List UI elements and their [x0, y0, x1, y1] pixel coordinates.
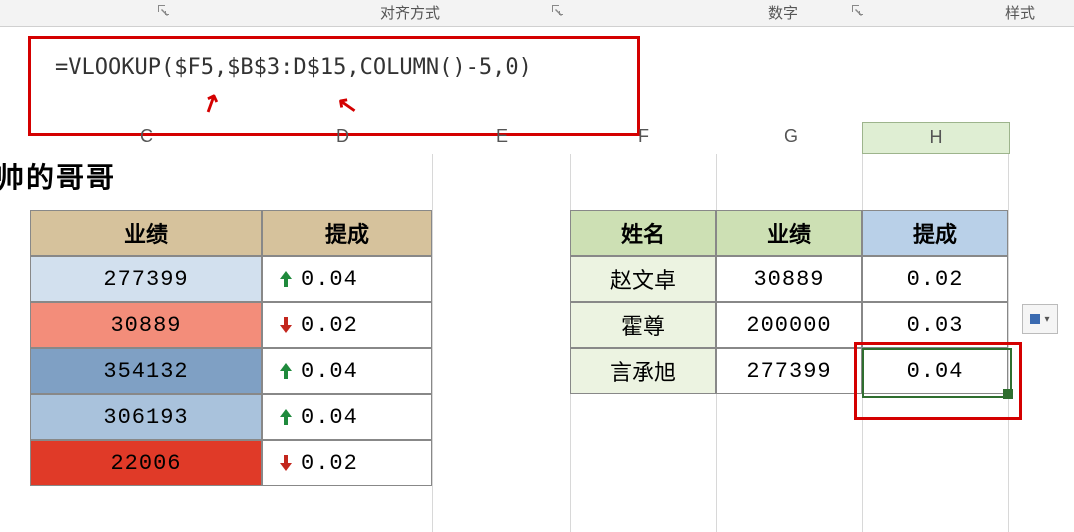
sheet-title: 帅的哥哥 — [0, 156, 116, 196]
left-perf-cell[interactable]: 277399 — [30, 256, 262, 302]
column-header-h: H — [863, 127, 1009, 148]
dialog-launcher-icon[interactable] — [156, 3, 170, 20]
right-comm-cell[interactable]: 0.02 — [862, 256, 1008, 302]
right-perf-cell[interactable]: 277399 — [716, 348, 862, 394]
left-perf-cell[interactable]: 30889 — [30, 302, 262, 348]
left-comm-value: 0.04 — [301, 359, 358, 384]
right-comm-cell[interactable]: 0.04 — [862, 348, 1008, 394]
ribbon-group-style: 样式 — [1005, 2, 1035, 23]
left-comm-cell[interactable]: 0.04 — [262, 348, 432, 394]
right-header-comm[interactable]: 提成 — [862, 210, 1008, 256]
left-perf-cell[interactable]: 354132 — [30, 348, 262, 394]
chevron-down-icon: ▾ — [1044, 314, 1049, 325]
arrow-up-icon — [277, 362, 295, 380]
left-comm-value: 0.04 — [301, 267, 358, 292]
right-name-cell[interactable]: 言承旭 — [570, 348, 716, 394]
left-comm-value: 0.02 — [301, 451, 358, 476]
column-header-h-selected[interactable]: H — [862, 122, 1010, 154]
column-header-e[interactable]: E — [496, 126, 508, 147]
left-comm-value: 0.04 — [301, 405, 358, 430]
left-comm-cell[interactable]: 0.04 — [262, 394, 432, 440]
arrow-down-icon — [277, 316, 295, 334]
autofill-options-button[interactable]: ▾ — [1022, 304, 1058, 334]
left-perf-cell[interactable]: 22006 — [30, 440, 262, 486]
annotation-arrow-icon: ↗ — [196, 86, 226, 121]
dialog-launcher-icon[interactable] — [850, 3, 864, 20]
annotation-arrow-icon: ↖ — [335, 89, 360, 121]
left-comm-cell[interactable]: 0.02 — [262, 302, 432, 348]
gridline — [1008, 154, 1009, 532]
left-comm-cell[interactable]: 0.04 — [262, 256, 432, 302]
column-header-c[interactable]: C — [140, 126, 153, 147]
right-comm-cell[interactable]: 0.03 — [862, 302, 1008, 348]
left-header-comm[interactable]: 提成 — [262, 210, 432, 256]
right-perf-cell[interactable]: 200000 — [716, 302, 862, 348]
ribbon-group-alignment: 对齐方式 — [380, 2, 440, 23]
column-header-f[interactable]: F — [638, 126, 649, 147]
ribbon-group-number: 数字 — [768, 2, 798, 23]
right-header-name[interactable]: 姓名 — [570, 210, 716, 256]
arrow-down-icon — [277, 454, 295, 472]
formula-bar-highlight: =VLOOKUP($F5,$B$3:D$15,COLUMN()-5,0) ↗ ↖ — [28, 36, 640, 136]
column-headers: C D E F G H — [0, 122, 1074, 154]
dialog-launcher-icon[interactable] — [550, 3, 564, 20]
right-perf-cell[interactable]: 30889 — [716, 256, 862, 302]
ribbon-strip: 体 对齐方式 数字 样式 — [0, 0, 1074, 27]
gridline — [432, 154, 433, 532]
column-header-g[interactable]: G — [784, 126, 798, 147]
right-name-cell[interactable]: 霍尊 — [570, 302, 716, 348]
autofill-icon — [1030, 314, 1040, 324]
fill-handle[interactable] — [1003, 389, 1013, 399]
arrow-up-icon — [277, 270, 295, 288]
right-header-perf[interactable]: 业绩 — [716, 210, 862, 256]
right-name-cell[interactable]: 赵文卓 — [570, 256, 716, 302]
left-comm-cell[interactable]: 0.02 — [262, 440, 432, 486]
left-header-perf[interactable]: 业绩 — [30, 210, 262, 256]
left-perf-cell[interactable]: 306193 — [30, 394, 262, 440]
column-header-d[interactable]: D — [336, 126, 349, 147]
left-comm-value: 0.02 — [301, 313, 358, 338]
formula-bar[interactable]: =VLOOKUP($F5,$B$3:D$15,COLUMN()-5,0) — [55, 55, 532, 80]
arrow-up-icon — [277, 408, 295, 426]
